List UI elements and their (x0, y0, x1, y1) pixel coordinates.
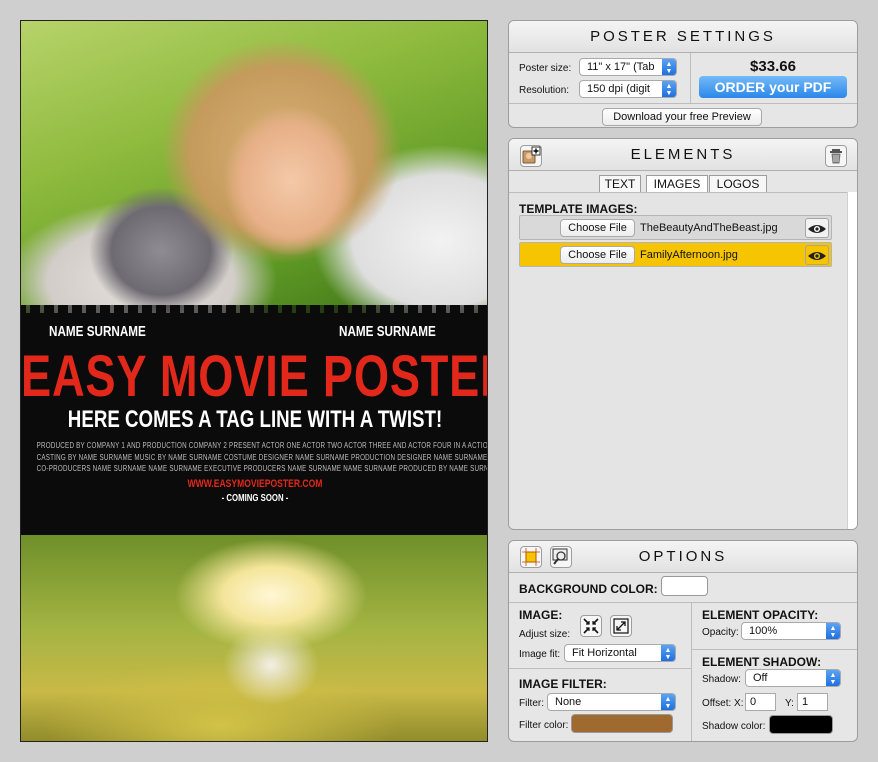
choose-file-button[interactable]: Choose File (560, 246, 635, 264)
filter-select[interactable]: None ▲ ▼ (547, 693, 676, 711)
offset-y-label: Y: (785, 698, 794, 709)
align-guides-icon[interactable] (520, 546, 542, 568)
poster-top-photo (21, 21, 487, 321)
shadow-color-label: Shadow color: (702, 721, 766, 732)
image-fit-select[interactable]: Fit Horizontal ▲ ▼ (564, 644, 676, 662)
price: $33.66 (750, 58, 796, 75)
filter-value: None (555, 696, 582, 708)
filter-color-swatch[interactable] (571, 714, 673, 733)
filter-label: Filter: (519, 698, 544, 709)
poster-credits-line: PRODUCED BY COMPANY 1 AND PRODUCTION COM… (36, 441, 487, 450)
offset-y-input[interactable]: 1 (797, 693, 828, 711)
poster-preview[interactable]: NAME SURNAME NAME SURNAME EASY MOVIE POS… (20, 20, 488, 742)
options-divider (509, 668, 691, 669)
poster-coming-soon: - COMING SOON - (221, 493, 289, 504)
shadow-label: Shadow: (702, 674, 741, 685)
poster-size-value: 11" x 17" (Tab (587, 61, 655, 73)
elements-panel: ELEMENTS TEXT IMAGES LOGOS TEMPLATE IMAG… (508, 138, 858, 530)
poster-credits-line: CO-PRODUCERS NAME SURNAME NAME SURNAME E… (36, 464, 487, 473)
poster-tagline: HERE COMES A TAG LINE WITH A TWIST! (67, 406, 443, 433)
tab-text[interactable]: TEXT (599, 175, 641, 193)
poster-bottom-photo (21, 535, 487, 741)
offset-x-input[interactable]: 0 (745, 693, 776, 711)
select-arrows-icon: ▲ ▼ (661, 694, 675, 710)
options-divider (509, 602, 857, 603)
shadow-select[interactable]: Off ▲ ▼ (745, 669, 841, 687)
shadow-color-swatch[interactable] (769, 715, 833, 734)
opacity-select[interactable]: 100% ▲ ▼ (741, 622, 841, 640)
select-arrows-icon: ▲ ▼ (661, 645, 675, 661)
image-heading: IMAGE: (519, 608, 563, 622)
element-opacity-heading: ELEMENT OPACITY: (702, 608, 819, 622)
shadow-value: Off (753, 672, 768, 684)
list-item[interactable]: Choose File FamilyAfternoon.jpg (519, 242, 832, 267)
options-divider (691, 602, 692, 741)
download-preview-button[interactable]: Download your free Preview (602, 108, 762, 126)
select-arrows-icon: ▲ ▼ (826, 623, 840, 639)
elements-title: ELEMENTS (509, 139, 857, 171)
background-color-label: BACKGROUND COLOR: (519, 582, 658, 596)
background-color-swatch[interactable] (661, 576, 708, 596)
poster-name-left: NAME SURNAME (49, 323, 146, 340)
offset-x-label: Offset: X: (702, 698, 744, 709)
image-fit-label: Image fit: (519, 649, 561, 660)
file-name: FamilyAfternoon.jpg (640, 249, 738, 261)
poster-title: EASY MOVIE POSTER (21, 344, 488, 409)
poster-name-right: NAME SURNAME (339, 323, 436, 340)
resolution-value: 150 dpi (digit (587, 83, 650, 95)
opacity-value: 100% (749, 625, 778, 637)
image-filter-heading: IMAGE FILTER: (519, 677, 607, 691)
settings-divider (690, 53, 691, 103)
file-name: TheBeautyAndTheBeast.jpg (640, 222, 778, 234)
shrink-icon[interactable] (580, 615, 602, 637)
eye-icon[interactable] (805, 218, 829, 238)
eye-icon[interactable] (805, 245, 829, 265)
opacity-label: Opacity: (702, 627, 739, 638)
resolution-label: Resolution: (519, 85, 570, 96)
element-shadow-heading: ELEMENT SHADOW: (702, 655, 822, 669)
select-arrows-icon: ▲ ▼ (826, 670, 840, 686)
options-panel: OPTIONS BACKGROUND COLOR: IMAGE: Adjust … (508, 540, 858, 742)
poster-url: WWW.EASYMOVIEPOSTER.COM (187, 478, 323, 490)
image-fit-value: Fit Horizontal (572, 647, 637, 659)
settings-divider (509, 103, 857, 104)
poster-settings-title: POSTER SETTINGS (509, 21, 857, 53)
add-image-icon[interactable] (520, 145, 542, 167)
trash-icon[interactable] (825, 145, 847, 167)
tab-images[interactable]: IMAGES (646, 175, 708, 193)
poster-settings-panel: POSTER SETTINGS Poster size: 11" x 17" (… (508, 20, 858, 128)
select-arrows-icon: ▲ ▼ (662, 59, 676, 75)
poster-size-select[interactable]: 11" x 17" (Tab ▲ ▼ (579, 58, 677, 76)
select-arrows-icon: ▲ ▼ (662, 81, 676, 97)
order-pdf-button[interactable]: ORDER your PDF (699, 76, 847, 98)
options-divider (691, 649, 857, 650)
list-item[interactable]: Choose File TheBeautyAndTheBeast.jpg (519, 215, 832, 240)
zoom-preview-icon[interactable] (550, 546, 572, 568)
element-list: TEMPLATE IMAGES: Choose File TheBeautyAn… (509, 192, 849, 529)
filter-color-label: Filter color: (519, 720, 569, 731)
resolution-select[interactable]: 150 dpi (digit ▲ ▼ (579, 80, 677, 98)
element-list-scrollbar[interactable] (847, 192, 857, 529)
poster-size-label: Poster size: (519, 63, 572, 74)
tab-logos[interactable]: LOGOS (709, 175, 767, 193)
poster-credits-line: CASTING BY NAME SURNAME MUSIC BY NAME SU… (36, 453, 488, 462)
adjust-size-label: Adjust size: (519, 629, 571, 640)
choose-file-button[interactable]: Choose File (560, 219, 635, 237)
expand-icon[interactable] (610, 615, 632, 637)
template-images-heading: TEMPLATE IMAGES: (519, 202, 638, 216)
